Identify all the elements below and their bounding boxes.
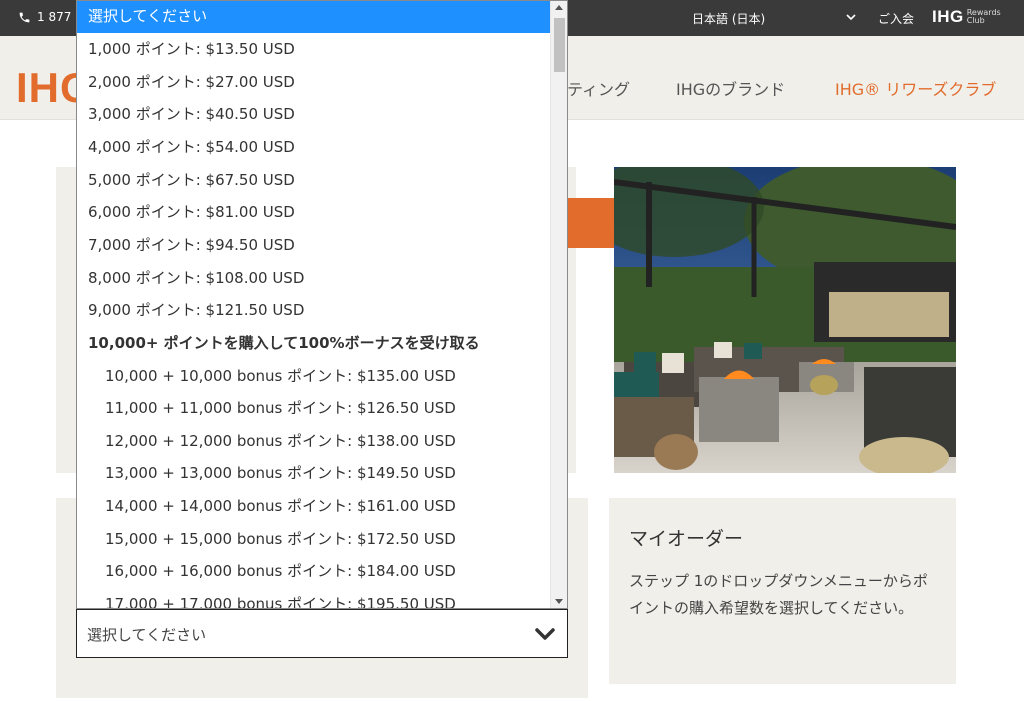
dropdown-option[interactable]: 7,000 ポイント: $94.50 USD	[77, 229, 551, 262]
dropdown-option[interactable]: 8,000 ポイント: $108.00 USD	[77, 262, 551, 295]
dropdown-option[interactable]: 6,000 ポイント: $81.00 USD	[77, 196, 551, 229]
dropdown-bonus-option[interactable]: 14,000 + 14,000 bonus ポイント: $161.00 USD	[77, 490, 551, 523]
points-select[interactable]: 選択してください	[76, 609, 568, 658]
dropdown-bonus-option[interactable]: 13,000 + 13,000 bonus ポイント: $149.50 USD	[77, 457, 551, 490]
rewards-logo-text: IHG	[932, 7, 964, 26]
dropdown-bonus-option[interactable]: 16,000 + 16,000 bonus ポイント: $184.00 USD	[77, 555, 551, 588]
dropdown-option[interactable]: 5,000 ポイント: $67.50 USD	[77, 164, 551, 197]
dropdown-bonus-option[interactable]: 17,000 + 17,000 bonus ポイント: $195.50 USD	[77, 588, 551, 608]
language-selector[interactable]: 日本語 (日本)	[692, 10, 765, 27]
order-summary-card: マイオーダー ステップ 1のドロップダウンメニューからポイントの購入希望数を選択…	[609, 498, 956, 684]
chevron-down-icon	[535, 628, 555, 640]
nav-rewards-club[interactable]: IHG® リワーズクラブ	[835, 76, 996, 100]
dropdown-optgroup-label: 10,000+ ポイントを購入して100%ボーナスを受け取る	[88, 334, 480, 352]
order-title: マイオーダー	[629, 528, 744, 550]
dropdown-option[interactable]: 2,000 ポイント: $27.00 USD	[77, 66, 551, 99]
phone-link[interactable]: 1 877	[18, 10, 71, 24]
dropdown-option[interactable]: 4,000 ポイント: $54.00 USD	[77, 131, 551, 164]
scrollbar-thumb[interactable]	[554, 18, 565, 72]
dropdown-option[interactable]: 3,000 ポイント: $40.50 USD	[77, 98, 551, 131]
dropdown-bonus-option[interactable]: 12,000 + 12,000 bonus ポイント: $138.00 USD	[77, 425, 551, 458]
phone-icon	[19, 12, 30, 22]
dropdown-option[interactable]: 1,000 ポイント: $13.50 USD	[77, 33, 551, 66]
dropdown-bonus-option[interactable]: 10,000 + 10,000 bonus ポイント: $135.00 USD	[77, 360, 551, 393]
hotel-patio-photo	[614, 167, 956, 473]
phone-number: 1 877	[37, 10, 72, 24]
rewards-logo-subtext: Rewards Club	[966, 8, 1001, 25]
chevron-down-icon[interactable]	[845, 11, 857, 23]
join-link[interactable]: ご入会	[878, 10, 914, 27]
scroll-up-arrow-icon[interactable]	[555, 5, 563, 10]
points-select-value: 選択してください	[87, 626, 207, 644]
scroll-down-arrow-icon[interactable]	[555, 599, 563, 604]
dropdown-bonus-option[interactable]: 15,000 + 15,000 bonus ポイント: $172.50 USD	[77, 523, 551, 556]
dropdown-option-placeholder[interactable]: 選択してください	[77, 1, 551, 33]
dropdown-bonus-option[interactable]: 11,000 + 11,000 bonus ポイント: $126.50 USD	[77, 392, 551, 425]
nav-brands[interactable]: IHGのブランド	[676, 76, 785, 100]
rewards-club-logo[interactable]: IHG Rewards Club	[932, 7, 1001, 27]
nav-meetings[interactable]: ティング	[567, 76, 630, 100]
dropdown-option[interactable]: 9,000 ポイント: $121.50 USD	[77, 294, 551, 327]
dropdown-scrollbar[interactable]	[550, 1, 567, 608]
order-description: ステップ 1のドロップダウンメニューからポイントの購入希望数を選択してください。	[629, 572, 928, 617]
points-dropdown-list[interactable]: 選択してください 1,000 ポイント: $13.50 USD 2,000 ポイ…	[76, 0, 568, 609]
